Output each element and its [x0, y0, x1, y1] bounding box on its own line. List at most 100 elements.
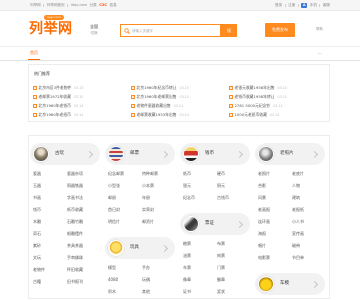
- category-link[interactable]: 茶具茶器: [67, 240, 101, 252]
- site-link[interactable]: 列举网: [30, 3, 41, 8]
- hot-item-title[interactable]: 老钱币收藏1958年转让: [235, 94, 275, 100]
- info-link[interactable]: 信息: [110, 3, 117, 8]
- search-button[interactable]: 搜: [221, 24, 237, 37]
- category-link[interactable]: 瓷器杂项: [67, 168, 101, 180]
- category-link[interactable]: 磁带: [292, 240, 326, 252]
- hot-item-title[interactable]: 北京1960年老纸币: [39, 112, 71, 118]
- category-link[interactable]: 4080: [108, 274, 142, 286]
- category-link[interactable]: 奖状: [217, 286, 251, 298]
- category-link[interactable]: 古籍: [33, 276, 67, 288]
- hot-item[interactable]: 2781 5000元纪念钞 03-14: [229, 101, 327, 110]
- logo[interactable]: 列举网: [29, 20, 73, 38]
- service-link[interactable]: 客服: [323, 3, 330, 8]
- category-link[interactable]: 节目单: [292, 252, 326, 264]
- category-link[interactable]: 布票: [217, 238, 251, 250]
- app-badge-icon[interactable]: A: [301, 2, 308, 8]
- category-header[interactable]: 邮票: [105, 143, 175, 165]
- category-link[interactable]: 书画: [33, 192, 67, 204]
- category-link[interactable]: 实寄封: [142, 204, 176, 216]
- category-link[interactable]: 特种邮票: [142, 168, 176, 180]
- hot-item-title[interactable]: 老银元收藏1958年出售: [235, 85, 275, 91]
- hot-item-title[interactable]: 老邮票1972年收藏: [39, 94, 71, 100]
- category-link[interactable]: 证书: [183, 286, 217, 298]
- category-link[interactable]: 银元: [183, 180, 217, 192]
- hot-item[interactable]: 北京1960年老纸币 03-14: [33, 110, 131, 119]
- category-link[interactable]: 建筑: [292, 192, 326, 204]
- category-link[interactable]: 根雕摆件: [67, 228, 101, 240]
- hot-item-title[interactable]: 北京1960年纪念币转让: [137, 85, 177, 91]
- category-link[interactable]: 明信片: [108, 216, 142, 228]
- category-link[interactable]: 手串佛珠: [67, 252, 101, 264]
- home-link[interactable]: 列举网首页: [47, 3, 65, 8]
- category-link[interactable]: 老底片: [292, 168, 326, 180]
- category-link[interactable]: 手办: [142, 262, 176, 274]
- category-link[interactable]: 怀旧收藏: [67, 264, 101, 276]
- hot-item-title[interactable]: 2781 5000元纪念钞: [235, 103, 271, 109]
- category-link[interactable]: 石雕竹雕: [67, 216, 101, 228]
- category-title[interactable]: 老照片: [280, 143, 294, 165]
- category-link[interactable]: 首日封: [108, 204, 142, 216]
- category-link[interactable]: 合影: [258, 180, 292, 192]
- category-title[interactable]: 玩具: [130, 237, 139, 259]
- category-header[interactable]: 老照片: [255, 143, 325, 165]
- city-selector[interactable]: 全国 切换: [85, 24, 103, 36]
- hot-item[interactable]: 北京1960年纪念币转让 03-15: [131, 83, 229, 92]
- category-link[interactable]: 年册: [142, 192, 176, 204]
- help-link[interactable]: 帮助: [316, 27, 323, 32]
- category-title[interactable]: 票证: [205, 213, 214, 235]
- hot-item[interactable]: 北京1960年老钱币 03-14: [33, 101, 131, 110]
- category-link[interactable]: 玩偶: [142, 274, 176, 286]
- hot-item-title[interactable]: 北京1960年老钱币: [39, 103, 71, 109]
- category-link[interactable]: 宣传画: [292, 228, 326, 240]
- category-link[interactable]: 老物件: [33, 264, 67, 276]
- category-link[interactable]: 小本票: [142, 180, 176, 192]
- category-link[interactable]: 门票: [217, 262, 251, 274]
- category-link[interactable]: 硬币: [217, 168, 251, 180]
- hot-item-title[interactable]: 1000元老纸币收藏: [235, 112, 267, 118]
- category-link[interactable]: 老照片: [258, 168, 292, 180]
- category-header[interactable]: 车模: [255, 273, 325, 295]
- publish-button[interactable]: 免费发布: [265, 23, 295, 37]
- login-link[interactable]: 登录: [275, 3, 282, 8]
- hot-item[interactable]: 老物件瓷器收藏出售 03-14: [131, 101, 229, 110]
- category-link[interactable]: 唱片: [258, 240, 292, 252]
- category-link[interactable]: 纪念币: [183, 192, 217, 204]
- hot-item[interactable]: 老银元收藏1958年出售 03-15: [229, 83, 327, 92]
- category-link[interactable]: 钱币: [33, 204, 67, 216]
- category-link[interactable]: 小人书: [292, 216, 326, 228]
- category-link[interactable]: 肉票: [217, 250, 251, 262]
- category-link[interactable]: 铜器铁器: [67, 180, 101, 192]
- category-link[interactable]: 邮资片: [142, 216, 176, 228]
- category-header[interactable]: 票证: [180, 213, 250, 235]
- category-link[interactable]: 海报: [258, 228, 292, 240]
- category-link[interactable]: 旧书报刊: [67, 276, 101, 288]
- category-link[interactable]: 人物: [292, 180, 326, 192]
- category-link[interactable]: 瓷器: [33, 168, 67, 180]
- hot-item-title[interactable]: 老物件瓷器收藏出售: [137, 103, 171, 109]
- search-input[interactable]: [132, 25, 218, 36]
- category-link[interactable]: 连环画: [258, 216, 292, 228]
- category-link[interactable]: 模型: [108, 262, 142, 274]
- category-link[interactable]: 小型张: [108, 180, 142, 192]
- category-header[interactable]: 玩具: [105, 237, 175, 259]
- category-title[interactable]: 邮票: [130, 143, 139, 165]
- category-link[interactable]: 纸币收藏: [67, 204, 101, 216]
- category-link[interactable]: 粮票: [183, 238, 217, 250]
- hot-item-title[interactable]: 老邮票收藏1953年出售: [137, 112, 177, 118]
- category-header[interactable]: 古玩: [30, 143, 100, 165]
- category-link[interactable]: 老报纸: [292, 204, 326, 216]
- category-link[interactable]: 像章: [183, 274, 217, 286]
- category-link[interactable]: 木雕: [33, 216, 67, 228]
- category-link[interactable]: 文玩: [33, 252, 67, 264]
- hot-item[interactable]: 老邮票收藏1953年出售 03-14: [131, 110, 229, 119]
- category-title[interactable]: 古玩: [55, 143, 64, 165]
- category-link[interactable]: 风景: [258, 192, 292, 204]
- category-link[interactable]: 徽章: [217, 274, 251, 286]
- hot-item[interactable]: 北京1960年老邮票出售 03-15: [131, 92, 229, 101]
- category-header[interactable]: 钱币: [180, 143, 250, 165]
- c2c-link[interactable]: C2C: [99, 3, 107, 7]
- hot-item[interactable]: 老钱币收藏1958年转让 03-15: [229, 92, 327, 101]
- category-link[interactable]: 车票: [183, 262, 217, 274]
- category-link[interactable]: 字画书法: [67, 192, 101, 204]
- nav-more-button[interactable]: ···: [318, 47, 322, 60]
